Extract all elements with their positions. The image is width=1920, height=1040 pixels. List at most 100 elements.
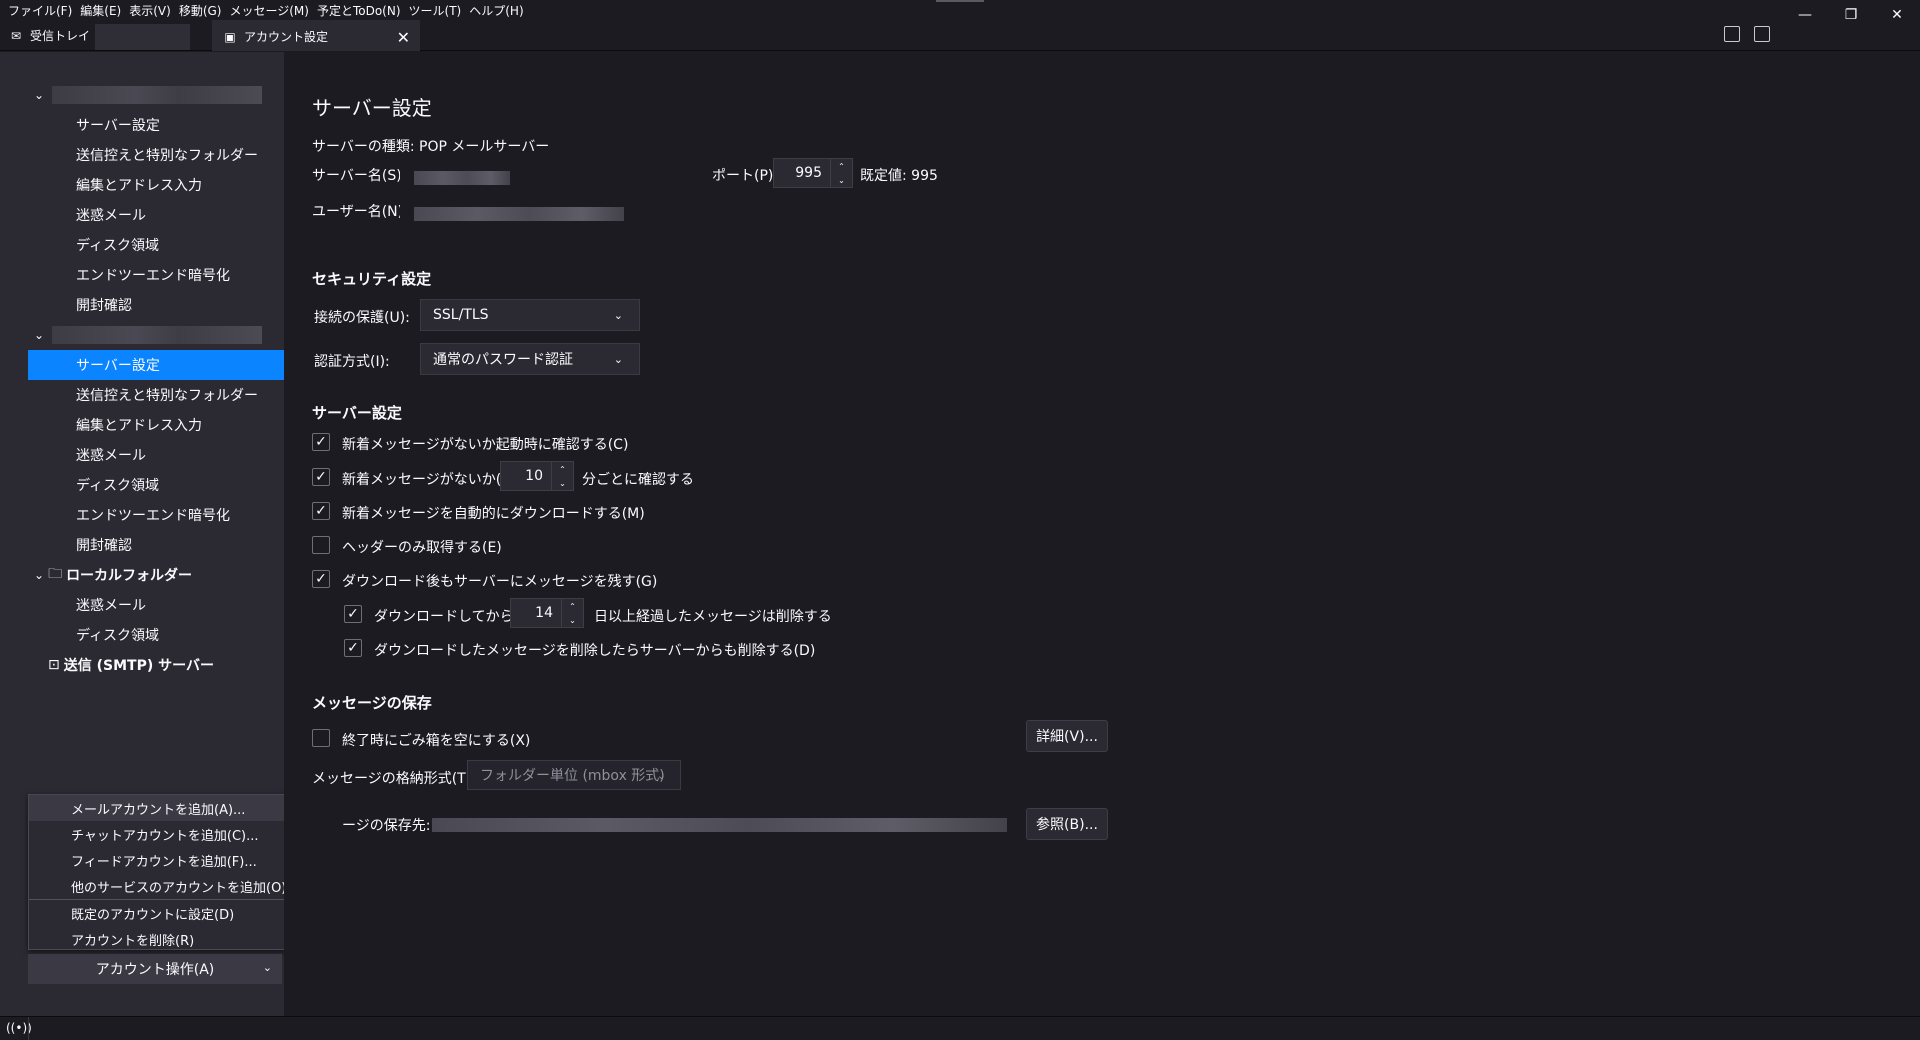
- port-value: 995: [795, 165, 822, 181]
- connection-security-label: 接続の保護(U):: [314, 310, 410, 326]
- auth-method-value: 通常のパスワード認証: [433, 352, 573, 368]
- store-type-label: メッセージの格納形式(T):: [312, 771, 476, 787]
- empty-trash-checkbox[interactable]: [312, 729, 330, 747]
- chevron-down-icon[interactable]: ⌄: [34, 88, 48, 102]
- close-tab-icon[interactable]: ✕: [397, 28, 410, 47]
- mail-icon: ✉: [10, 28, 22, 43]
- status-bar: ((•)): [0, 1016, 1920, 1040]
- menu-view[interactable]: 表示(V): [125, 2, 175, 19]
- account-1-item[interactable]: 送信控えと特別なフォルダー: [28, 140, 284, 170]
- delete-days-value: 14: [535, 605, 553, 621]
- account-actions-button[interactable]: アカウント操作(A) ⌄: [28, 954, 282, 984]
- port-input[interactable]: 995 ⌃ ⌄: [773, 158, 853, 188]
- auth-method-label: 認証方式(I):: [314, 354, 390, 370]
- account-tree: ⌄ サーバー設定 送信控えと特別なフォルダー 編集とアドレス入力 迷惑メール ディスク領…: [28, 80, 284, 680]
- redacted-local-directory: [432, 818, 1007, 832]
- delete-after-checkbox[interactable]: ✓: [344, 605, 362, 623]
- menu-file[interactable]: ファイル(F): [4, 2, 76, 19]
- chevron-down-icon: ⌄: [613, 353, 623, 366]
- account-2-item[interactable]: ディスク領域: [28, 470, 284, 500]
- menu-tools[interactable]: ツール(T): [405, 2, 466, 19]
- server-name-label: サーバー名(S):: [312, 168, 407, 184]
- leave-on-server-checkbox[interactable]: ✓: [312, 570, 330, 588]
- menu-bar: ファイル(F) 編集(E) 表示(V) 移動(G) メッセージ(M) 予定とTo…: [0, 0, 1920, 20]
- calendar-icon[interactable]: [1724, 26, 1740, 42]
- account-2-item[interactable]: サーバー設定: [28, 350, 284, 380]
- auth-method-select[interactable]: 通常のパスワード認証 ⌄: [420, 343, 640, 375]
- spin-up-icon[interactable]: ⌃: [569, 602, 576, 611]
- account-1-item[interactable]: サーバー設定: [28, 110, 284, 140]
- menu-help[interactable]: ヘルプ(H): [465, 2, 527, 19]
- delete-after-suffix: 日以上経過したメッセージは削除する: [594, 609, 832, 625]
- leave-on-server-label[interactable]: ダウンロード後もサーバーにメッセージを残す(G): [342, 571, 657, 591]
- account-1-item[interactable]: 開封確認: [28, 290, 284, 320]
- account-1-row[interactable]: ⌄: [28, 80, 284, 110]
- tab-account-label: アカウント設定: [244, 30, 329, 44]
- spin-down-icon[interactable]: ⌄: [569, 616, 576, 625]
- outgoing-server-icon: ⊡: [48, 657, 60, 673]
- check-interval-stepper[interactable]: ⌃ ⌄: [551, 462, 573, 490]
- check-startup-checkbox[interactable]: ✓: [312, 433, 330, 451]
- port-default-text: 既定値: 995: [860, 168, 938, 184]
- account-actions-label: アカウント操作(A): [95, 962, 215, 978]
- browse-button[interactable]: 参照(B)...: [1026, 808, 1108, 840]
- delete-when-deleted-checkbox[interactable]: ✓: [344, 639, 362, 657]
- chevron-down-icon: ⌄: [262, 961, 272, 974]
- check-interval-input[interactable]: 10 ⌃ ⌄: [500, 461, 574, 491]
- menu-events-tasks[interactable]: 予定とToDo(N): [313, 2, 405, 19]
- account-1-item[interactable]: 編集とアドレス入力: [28, 170, 284, 200]
- account-1-item[interactable]: 迷惑メール: [28, 200, 284, 230]
- drag-handle: [936, 0, 984, 2]
- check-every-checkbox[interactable]: ✓: [312, 468, 330, 486]
- spin-down-icon[interactable]: ⌄: [838, 176, 845, 185]
- local-folders-item[interactable]: 迷惑メール: [28, 590, 284, 620]
- store-type-select[interactable]: フォルダー単位 (mbox 形式) ⌄: [467, 760, 681, 790]
- settings-tab-icon: ▣: [224, 29, 236, 44]
- connection-security-select[interactable]: SSL/TLS ⌄: [420, 299, 640, 331]
- delete-days-stepper[interactable]: ⌃ ⌄: [561, 599, 583, 627]
- auto-download-checkbox[interactable]: ✓: [312, 502, 330, 520]
- user-name-label: ユーザー名(N):: [312, 204, 408, 220]
- local-folders-item[interactable]: ディスク領域: [28, 620, 284, 650]
- storage-heading: メッセージの保存: [312, 694, 432, 712]
- menu-message[interactable]: メッセージ(M): [225, 2, 312, 19]
- headers-only-checkbox[interactable]: [312, 536, 330, 554]
- chevron-down-icon[interactable]: ⌄: [34, 568, 44, 582]
- account-2-item[interactable]: 開封確認: [28, 530, 284, 560]
- spin-down-icon[interactable]: ⌄: [559, 479, 566, 488]
- account-2-row[interactable]: ⌄: [28, 320, 284, 350]
- menu-edit[interactable]: 編集(E): [76, 2, 125, 19]
- account-1-item[interactable]: ディスク領域: [28, 230, 284, 260]
- local-folders-row[interactable]: ⌄ 🗀 ローカルフォルダー: [28, 560, 284, 590]
- port-stepper[interactable]: ⌃ ⌄: [830, 159, 852, 187]
- connection-security-value: SSL/TLS: [433, 307, 489, 323]
- redacted-account-name: [52, 326, 262, 344]
- account-2-item[interactable]: 迷惑メール: [28, 440, 284, 470]
- check-startup-label[interactable]: 新着メッセージがないか起動時に確認する(C): [342, 434, 628, 454]
- tab-inbox-label: 受信トレイ: [30, 29, 91, 43]
- account-2-item[interactable]: 送信控えと特別なフォルダー: [28, 380, 284, 410]
- tab-account-settings[interactable]: ▣ アカウント設定 ✕: [212, 20, 420, 51]
- delete-when-deleted-label[interactable]: ダウンロードしたメッセージを削除したらサーバーからも削除する(D): [374, 640, 815, 660]
- check-every-label[interactable]: 新着メッセージがないか(Y): [342, 469, 515, 489]
- advanced-button[interactable]: 詳細(V)...: [1026, 720, 1108, 752]
- delete-days-input[interactable]: 14 ⌃ ⌄: [510, 598, 584, 628]
- account-2-item[interactable]: エンドツーエンド暗号化: [28, 500, 284, 530]
- tab-inbox[interactable]: ✉ 受信トレイ: [0, 20, 210, 51]
- chevron-down-icon: ⌄: [613, 309, 623, 322]
- empty-trash-label[interactable]: 終了時にごみ箱を空にする(X): [342, 730, 530, 750]
- tasks-icon[interactable]: [1754, 26, 1770, 42]
- account-1-item[interactable]: エンドツーエンド暗号化: [28, 260, 284, 290]
- check-interval-value: 10: [525, 468, 543, 484]
- account-2-item[interactable]: 編集とアドレス入力: [28, 410, 284, 440]
- spin-up-icon[interactable]: ⌃: [838, 162, 845, 171]
- status-divider: [28, 1017, 29, 1040]
- auto-download-label[interactable]: 新着メッセージを自動的にダウンロードする(M): [342, 503, 645, 523]
- smtp-server-row[interactable]: ⊡ 送信 (SMTP) サーバー: [28, 650, 284, 680]
- headers-only-label[interactable]: ヘッダーのみ取得する(E): [342, 537, 502, 557]
- chevron-down-icon[interactable]: ⌄: [34, 328, 48, 342]
- spin-up-icon[interactable]: ⌃: [559, 465, 566, 474]
- menu-go[interactable]: 移動(G): [175, 2, 226, 19]
- store-type-value: フォルダー単位 (mbox 形式): [480, 768, 665, 784]
- local-directory-label: ージの保存先:: [342, 818, 431, 834]
